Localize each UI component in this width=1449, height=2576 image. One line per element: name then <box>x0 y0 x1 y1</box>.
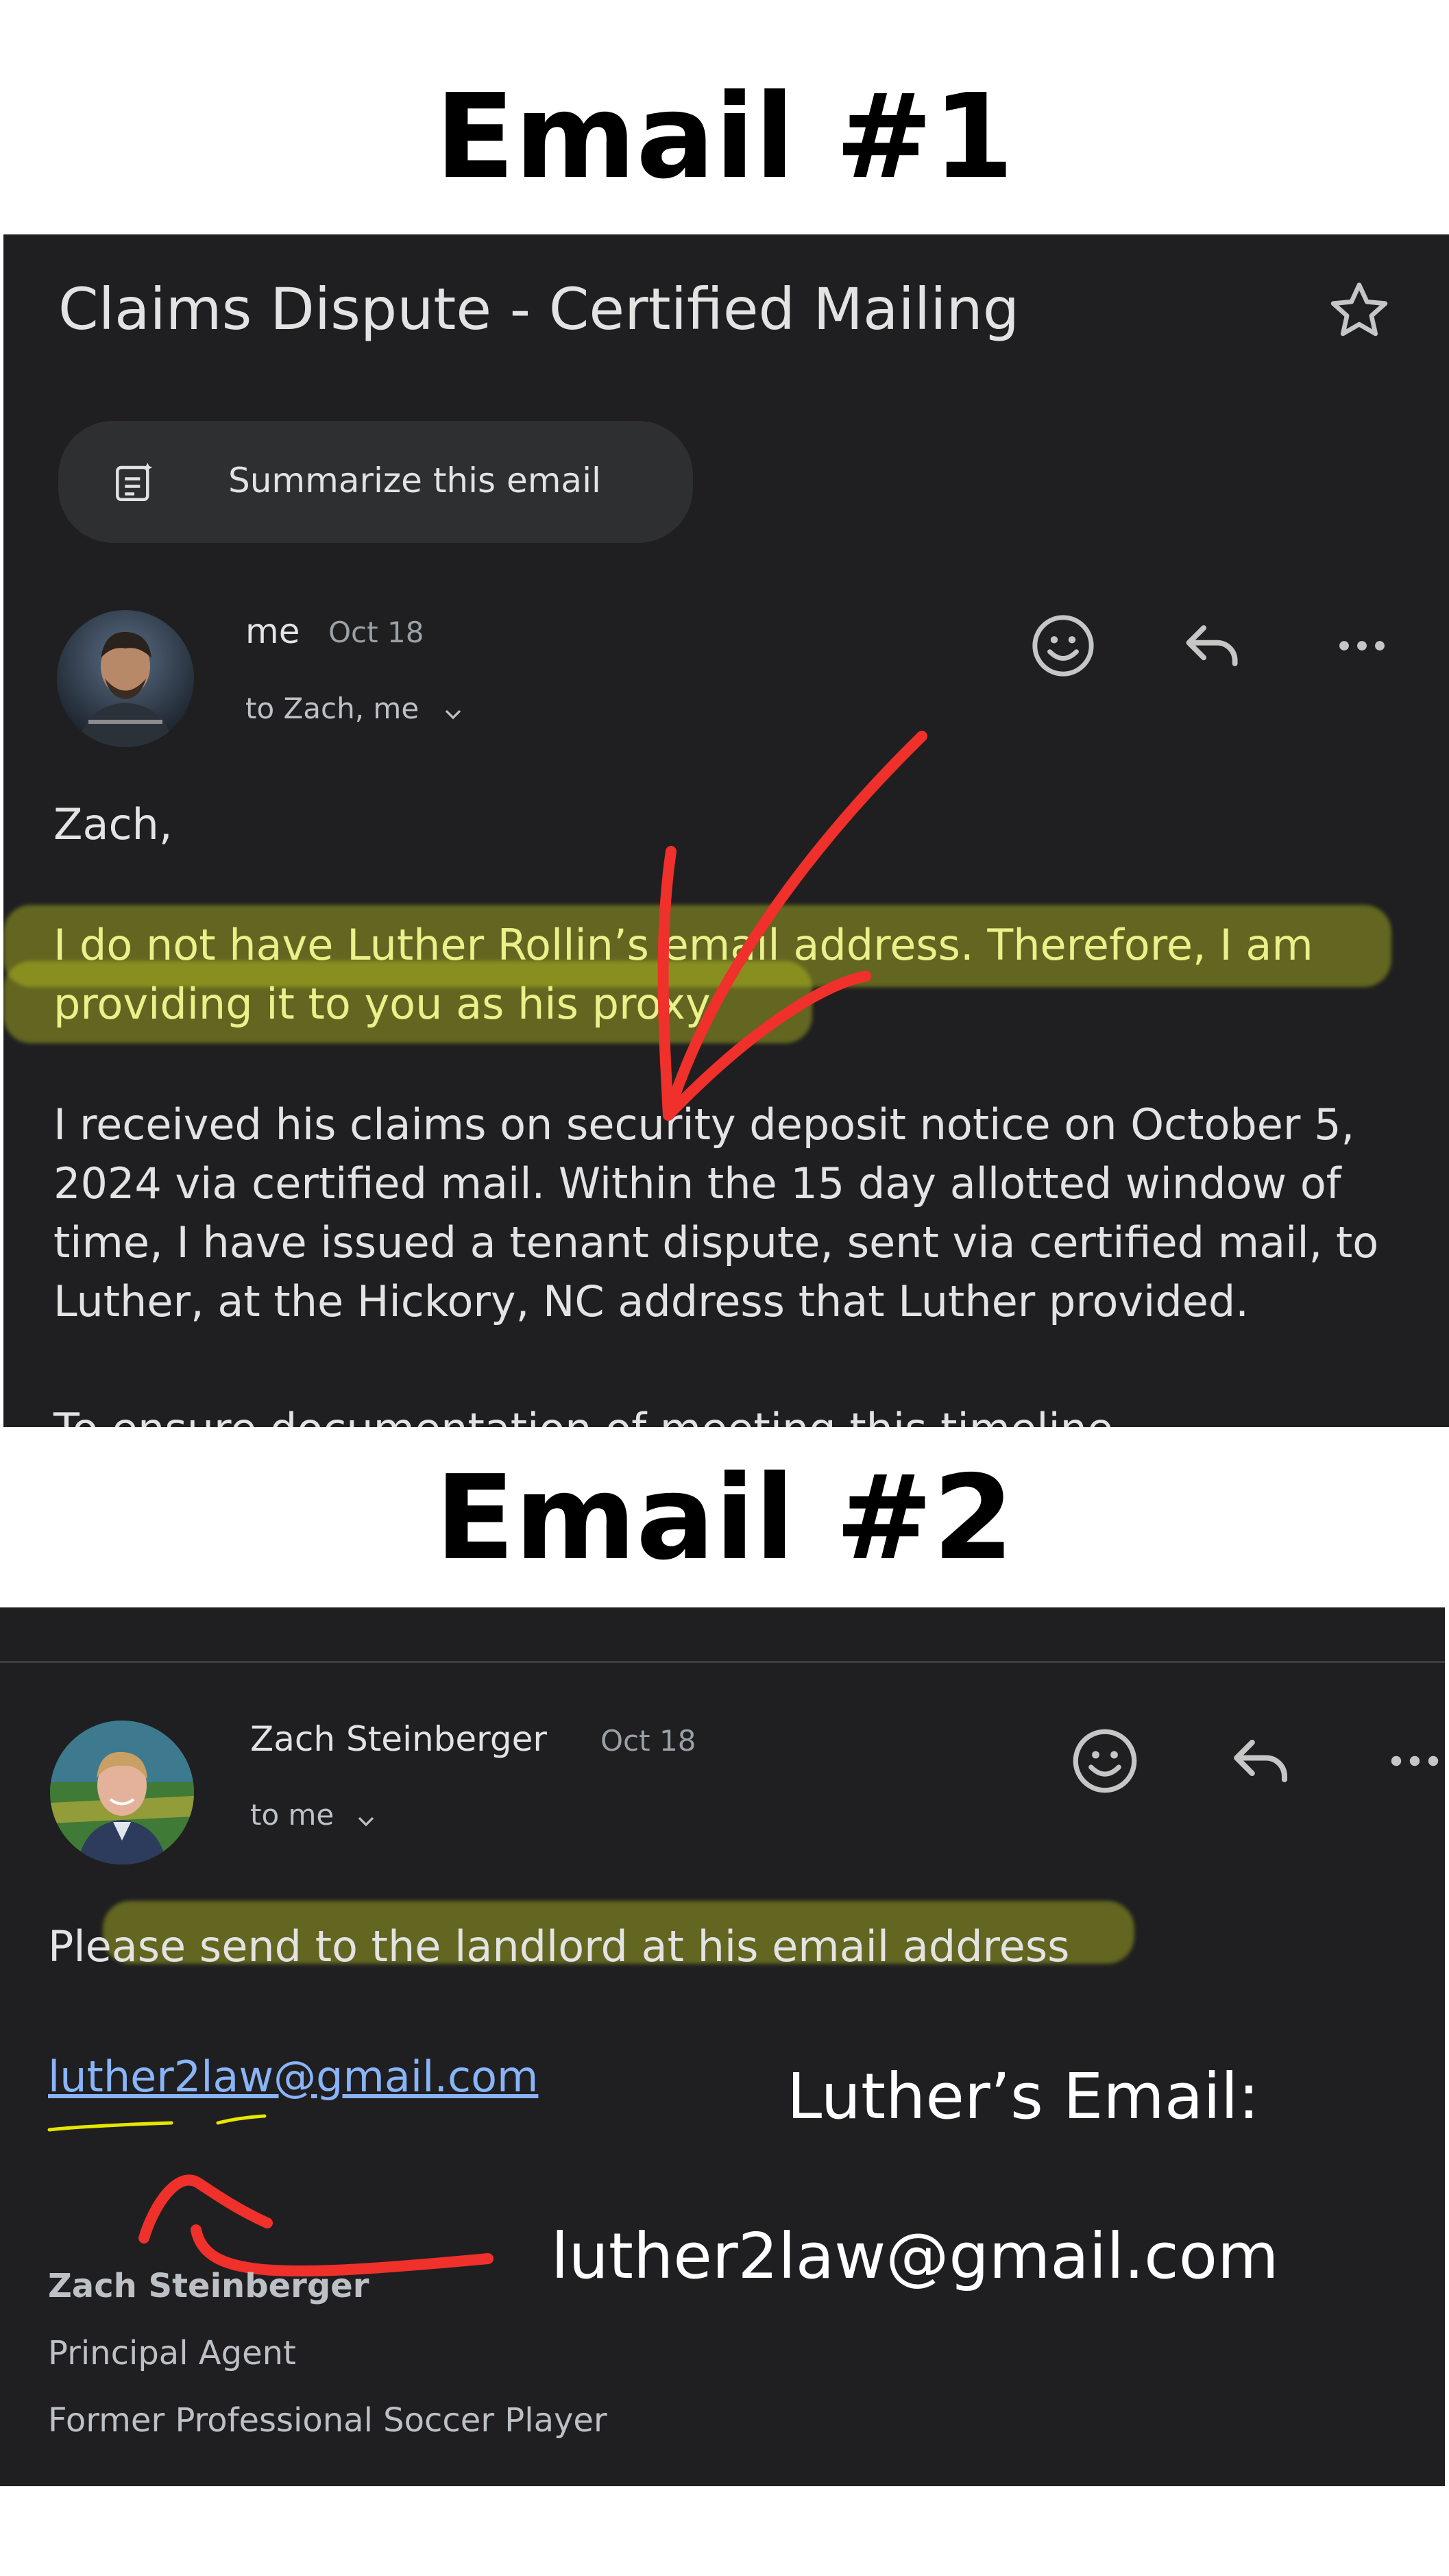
email-date: Oct 18 <box>328 616 424 649</box>
more-icon[interactable] <box>1378 1724 1445 1798</box>
reply-icon[interactable] <box>1176 610 1247 681</box>
email-2-heading: Email #2 <box>435 1450 1014 1586</box>
star-icon[interactable] <box>1325 277 1393 345</box>
screenshot-root: Email #1 Claims Dispute - Certified Mail… <box>0 0 1449 2576</box>
summarize-icon <box>116 463 153 501</box>
callout-email: luther2law@gmail.com <box>551 2220 1279 2293</box>
email-paragraph-line: 2024 via certified mail. Within the 15 d… <box>53 1158 1341 1208</box>
summarize-label: Summarize this email <box>228 461 601 500</box>
email-date: Oct 18 <box>600 1724 696 1758</box>
emoji-icon[interactable] <box>1068 1724 1142 1798</box>
avatar-photo <box>57 610 194 747</box>
email-1-panel: Claims Dispute - Certified Mailing Summa… <box>3 234 1449 1427</box>
email-1-heading: Email #1 <box>435 69 1014 205</box>
annotation-marks <box>47 2114 494 2277</box>
signature-title: Principal Agent <box>48 2334 296 2372</box>
email-2-panel: Zach Steinberger Oct 18 to me Please sen… <box>0 1607 1445 2486</box>
avatar <box>57 610 194 747</box>
email-link[interactable]: luther2law@gmail.com <box>48 2052 538 2102</box>
chevron-down-icon[interactable] <box>439 701 467 728</box>
email-subject: Claims Dispute - Certified Mailing <box>58 276 1020 343</box>
email-paragraph-line: Luther, at the Hickory, NC address that … <box>53 1276 1249 1326</box>
red-arrow-annotation <box>657 731 927 1121</box>
summarize-button[interactable]: Summarize this email <box>58 421 693 543</box>
signature-tagline: Former Professional Soccer Player <box>48 2401 607 2440</box>
avatar-photo <box>50 1721 194 1864</box>
message-divider <box>0 1661 1445 1663</box>
email-greeting: Zach, <box>53 799 173 849</box>
email-body: Please send to the landlord at his email… <box>48 1921 1070 1971</box>
recipients[interactable]: to Zach, me <box>245 692 419 725</box>
signature-name: Zach Steinberger <box>48 2267 369 2305</box>
email-paragraph-line: time, I have issued a tenant dispute, se… <box>53 1217 1379 1267</box>
emoji-icon[interactable] <box>1027 610 1099 681</box>
recipients[interactable]: to me <box>250 1798 334 1832</box>
callout-label: Luther’s Email: <box>787 2060 1260 2133</box>
email-paragraph-line: providing it to you as his proxy. <box>53 979 718 1029</box>
sender-name: Zach Steinberger <box>250 1719 547 1759</box>
reply-icon[interactable] <box>1223 1724 1297 1798</box>
more-icon[interactable] <box>1326 610 1398 681</box>
chevron-down-icon[interactable] <box>352 1808 380 1835</box>
avatar <box>50 1721 194 1864</box>
sender-name: me <box>245 611 300 651</box>
email-paragraph-cutoff: To ensure documentation of meeting this … <box>53 1400 1113 1427</box>
